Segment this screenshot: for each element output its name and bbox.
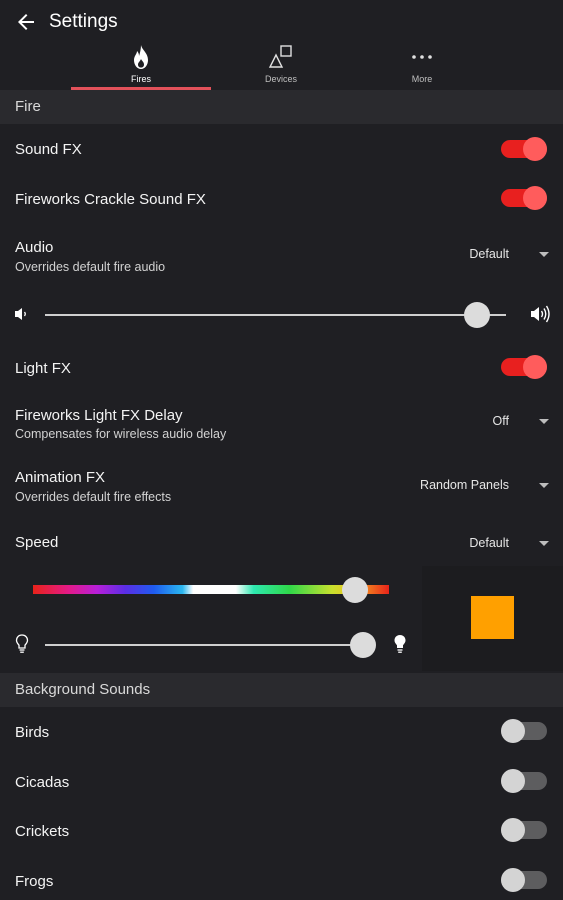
back-button[interactable]: [14, 10, 38, 34]
sound-fx-toggle[interactable]: [501, 137, 547, 161]
setting-label: Cicadas: [15, 774, 70, 791]
tab-fires[interactable]: Fires: [71, 42, 211, 90]
toggle-thumb: [523, 137, 547, 161]
caret-down-icon: [539, 252, 549, 257]
setting-row-crickets: Crickets: [0, 806, 563, 856]
setting-sublabel: Overrides default fire effects: [15, 490, 172, 504]
toggle-thumb: [501, 719, 525, 743]
setting-row-light-fx: Light FX: [0, 343, 563, 393]
setting-row-cicadas: Cicadas: [0, 757, 563, 807]
hue-slider-track[interactable]: [33, 585, 389, 594]
section-title: Background Sounds: [15, 681, 151, 698]
volume-slider-row: [0, 292, 563, 338]
frogs-toggle[interactable]: [501, 868, 547, 892]
setting-row-birds: Birds: [0, 707, 563, 757]
toggle-thumb: [501, 868, 525, 892]
setting-label: Birds: [15, 724, 50, 741]
caret-down-icon: [539, 419, 549, 424]
speed-dropdown[interactable]: Default: [429, 532, 549, 556]
setting-row-audio: Audio Overrides default fire audio Defau…: [0, 226, 563, 290]
volume-high-icon: [531, 305, 550, 323]
page-title: Settings: [49, 11, 118, 32]
setting-row-crackle-fx: Fireworks Crackle Sound FX: [0, 174, 563, 224]
birds-toggle[interactable]: [501, 719, 547, 743]
audio-dropdown[interactable]: Default: [429, 243, 549, 267]
volume-slider-track[interactable]: [45, 314, 506, 316]
setting-label: Fireworks Crackle Sound FX: [15, 191, 206, 208]
setting-label: Frogs: [15, 873, 54, 890]
volume-low-icon: [15, 308, 26, 320]
dropdown-value: Random Panels: [420, 478, 509, 492]
setting-row-animation-fx: Animation FX Overrides default fire effe…: [0, 458, 563, 520]
setting-label: Fireworks Light FX Delay: [15, 407, 183, 424]
tab-label: Fires: [131, 74, 151, 84]
arrow-left-icon: [18, 14, 34, 30]
dropdown-value: Default: [469, 247, 509, 261]
bulb-filled-icon: [394, 635, 406, 653]
section-header-background-sounds: Background Sounds: [0, 673, 563, 707]
caret-down-icon: [539, 483, 549, 488]
section-header-fire: Fire: [0, 90, 563, 124]
setting-row-frogs: Frogs: [0, 856, 563, 900]
tab-more[interactable]: More: [352, 42, 492, 90]
more-dots-icon: [409, 44, 435, 75]
toggle-thumb: [523, 186, 547, 210]
setting-label: Speed: [15, 534, 59, 551]
app-bar: Settings: [0, 0, 563, 42]
toggle-thumb: [501, 818, 525, 842]
tab-label: Devices: [264, 74, 297, 84]
crickets-toggle[interactable]: [501, 818, 547, 842]
volume-slider-thumb[interactable]: [464, 302, 491, 328]
cicadas-toggle[interactable]: [501, 769, 547, 793]
tab-bar: Fires Devices More: [0, 42, 563, 90]
tab-devices[interactable]: Devices: [211, 42, 351, 90]
setting-row-speed: Speed Default: [0, 522, 563, 564]
setting-label: Sound FX: [15, 141, 82, 158]
toggle-thumb: [523, 355, 547, 379]
brightness-slider-thumb[interactable]: [349, 632, 376, 658]
color-swatch[interactable]: [471, 596, 514, 639]
section-title: Fire: [15, 98, 41, 115]
dropdown-value: Default: [469, 536, 509, 550]
hue-slider-thumb[interactable]: [342, 577, 369, 603]
setting-label: Audio: [15, 239, 54, 256]
flame-icon: [130, 44, 152, 75]
setting-sublabel: Overrides default fire audio: [15, 260, 166, 274]
caret-down-icon: [539, 541, 549, 546]
shapes-icon: [268, 44, 294, 75]
setting-row-sound-fx: Sound FX: [0, 124, 563, 174]
light-delay-dropdown[interactable]: Off: [429, 410, 549, 434]
crackle-fx-toggle[interactable]: [501, 186, 547, 210]
tab-label: More: [411, 74, 433, 84]
toggle-thumb: [501, 769, 525, 793]
brightness-slider-track[interactable]: [45, 644, 364, 646]
setting-label: Animation FX: [15, 469, 106, 486]
setting-sublabel: Compensates for wireless audio delay: [15, 427, 227, 441]
bulb-outline-icon: [15, 634, 29, 653]
setting-row-light-delay: Fireworks Light FX Delay Compensates for…: [0, 394, 563, 456]
setting-label: Light FX: [15, 360, 71, 377]
light-fx-toggle[interactable]: [501, 355, 547, 379]
animation-fx-dropdown[interactable]: Random Panels: [399, 474, 549, 498]
setting-label: Crickets: [15, 823, 70, 840]
dropdown-value: Off: [492, 414, 509, 428]
